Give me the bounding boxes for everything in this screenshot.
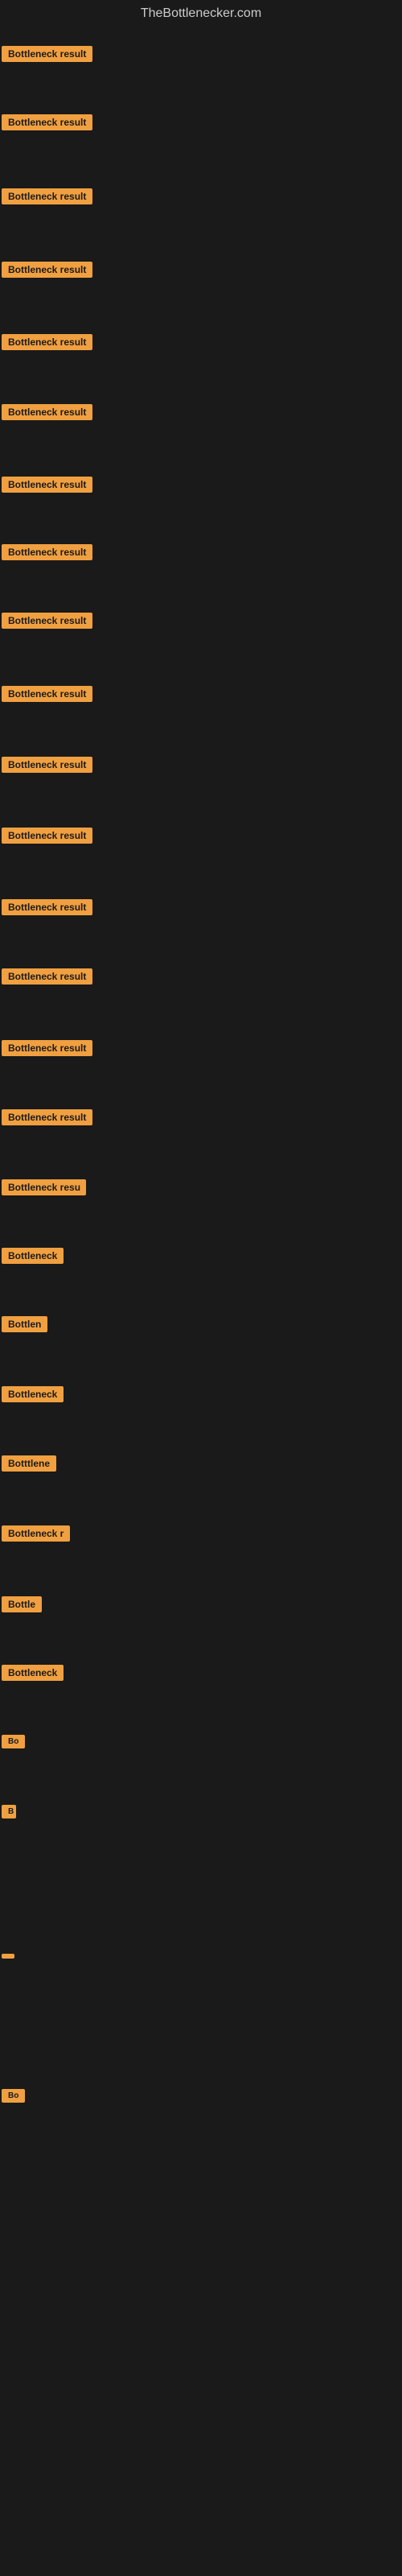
bottleneck-badge: Bottleneck result	[2, 757, 92, 773]
bottleneck-badge: Bottleneck result	[2, 613, 92, 629]
bottleneck-item: Bottlen	[2, 1316, 47, 1336]
bottleneck-badge: Bo	[2, 2089, 25, 2103]
bottleneck-item	[2, 1948, 14, 1963]
bottleneck-badge: Bo	[2, 1735, 25, 1748]
bottleneck-item: Bottle	[2, 1596, 42, 1616]
bottleneck-badge: Bottleneck	[2, 1248, 64, 1264]
bottleneck-badge: Bottleneck	[2, 1665, 64, 1681]
bottleneck-item: Bottleneck result	[2, 968, 92, 989]
bottleneck-badge: Bottleneck result	[2, 968, 92, 985]
bottleneck-badge: Bottleneck result	[2, 1109, 92, 1125]
bottleneck-badge	[2, 1954, 14, 1959]
bottleneck-item: Bottleneck result	[2, 828, 92, 848]
bottleneck-item: Bottleneck result	[2, 262, 92, 282]
bottleneck-item: Botttlene	[2, 1455, 56, 1476]
bottleneck-item: Bottleneck result	[2, 1040, 92, 1060]
bottleneck-item: Bottleneck	[2, 1665, 64, 1685]
bottleneck-badge: Bottleneck result	[2, 404, 92, 420]
bottleneck-badge: Bottleneck result	[2, 477, 92, 493]
bottleneck-badge: Bottleneck result	[2, 1040, 92, 1056]
bottleneck-item: Bottleneck result	[2, 1109, 92, 1129]
bottleneck-item: Bottleneck resu	[2, 1179, 86, 1199]
bottleneck-badge: Bottlen	[2, 1316, 47, 1332]
bottleneck-badge: Bottleneck result	[2, 114, 92, 130]
bottleneck-badge: Bottleneck result	[2, 686, 92, 702]
bottleneck-badge: Bottle	[2, 1596, 42, 1612]
bottleneck-item: Bottleneck result	[2, 899, 92, 919]
bottleneck-item: Bo	[2, 1735, 25, 1752]
bottleneck-item: Bottleneck result	[2, 188, 92, 208]
bottleneck-item: Bottleneck result	[2, 114, 92, 134]
bottleneck-item: B	[2, 1805, 16, 1823]
bottleneck-item: Bottleneck result	[2, 757, 92, 777]
bottleneck-badge: Bottleneck result	[2, 334, 92, 350]
bottleneck-badge: Bottleneck r	[2, 1525, 70, 1542]
bottleneck-item: Bottleneck r	[2, 1525, 70, 1546]
bottleneck-item: Bottleneck result	[2, 686, 92, 706]
bottleneck-badge: B	[2, 1805, 16, 1818]
bottleneck-badge: Bottleneck resu	[2, 1179, 86, 1195]
bottleneck-item: Bottleneck	[2, 1386, 64, 1406]
bottleneck-badge: Bottleneck result	[2, 828, 92, 844]
bottleneck-item: Bottleneck result	[2, 404, 92, 424]
bottleneck-badge: Bottleneck result	[2, 46, 92, 62]
bottleneck-badge: Bottleneck result	[2, 899, 92, 915]
bottleneck-item: Bottleneck result	[2, 613, 92, 633]
bottleneck-item: Bottleneck	[2, 1248, 64, 1268]
bottleneck-item: Bottleneck result	[2, 477, 92, 497]
bottleneck-item: Bottleneck result	[2, 334, 92, 354]
bottleneck-item: Bottleneck result	[2, 544, 92, 564]
bottleneck-badge: Bottleneck result	[2, 262, 92, 278]
site-title: TheBottlenecker.com	[0, 0, 402, 24]
bottleneck-badge: Bottleneck result	[2, 544, 92, 560]
bottleneck-badge: Bottleneck	[2, 1386, 64, 1402]
bottleneck-item: Bo	[2, 2089, 25, 2107]
bottleneck-badge: Botttlene	[2, 1455, 56, 1472]
bottleneck-item: Bottleneck result	[2, 46, 92, 66]
bottleneck-badge: Bottleneck result	[2, 188, 92, 204]
